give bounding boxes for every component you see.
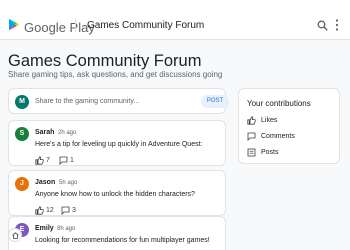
post-body: Looking for recommendations for fun mult… [35,237,210,244]
comment-icon [61,206,70,215]
post-body: Anyone know how to unlock the hidden cha… [35,191,195,198]
post-body: Here's a tip for leveling up quickly in … [35,141,203,148]
comment-button[interactable]: 1 [59,156,79,166]
avatar: M [15,95,29,109]
more-vert-icon[interactable] [335,19,339,31]
header-title: Games Community Forum [87,20,205,31]
compose-card[interactable]: M Share to the gaming community... POST [8,88,229,114]
header-divider [75,19,76,32]
thumb-up-icon [35,156,44,165]
brand-name: Google Play [24,20,95,35]
like-button[interactable]: 12 [35,206,57,216]
google-play-logo[interactable] [8,18,20,31]
search-icon[interactable] [317,20,328,31]
contributions-title: Your contributions [247,99,311,108]
post-author: Emily [35,225,54,232]
page-title: Games Community Forum [8,52,202,70]
top-app-bar: Google Play Games Community Forum [0,0,350,40]
like-count: 12 [46,207,54,214]
post-button[interactable]: POST [201,95,229,108]
home-icon [12,232,19,239]
like-button[interactable]: 7 [35,156,55,166]
app-window: Google Play Games Community Forum Games … [0,0,350,250]
post-card[interactable]: J Jason 5h ago Anyone know how to unlock… [8,170,226,216]
contribution-comments[interactable]: Comments [247,132,335,144]
posts-icon [247,148,256,157]
avatar: S [15,127,29,141]
thumb-up-icon [247,116,256,125]
comment-icon [59,156,68,165]
contribution-likes[interactable]: Likes [247,116,335,128]
post-card[interactable]: E Emily 8h ago Looking for recommendatio… [8,216,226,250]
post-time: 5h ago [59,180,78,186]
page-subtitle: Share gaming tips, ask questions, and ge… [8,70,223,79]
post-author: Sarah [35,129,55,136]
compose-input[interactable]: Share to the gaming community... [35,98,139,105]
post-time: 8h ago [57,226,76,232]
post-author: Jason [35,179,56,186]
post-card[interactable]: S Sarah 2h ago Here's a tip for leveling… [8,120,226,166]
comment-button[interactable]: 3 [61,206,81,216]
like-count: 7 [46,157,50,164]
comment-count: 3 [72,207,76,214]
contributions-card: Your contributions Likes Comments Posts [238,88,340,164]
post-time: 2h ago [58,130,77,136]
comment-icon [247,132,256,141]
contribution-label: Posts [261,149,279,156]
comment-count: 1 [70,157,74,164]
contribution-label: Comments [261,133,295,140]
home-button[interactable] [8,228,22,242]
thumb-up-icon [35,206,44,215]
avatar: J [15,177,29,191]
contribution-label: Likes [261,117,278,124]
contribution-posts[interactable]: Posts [247,148,335,160]
